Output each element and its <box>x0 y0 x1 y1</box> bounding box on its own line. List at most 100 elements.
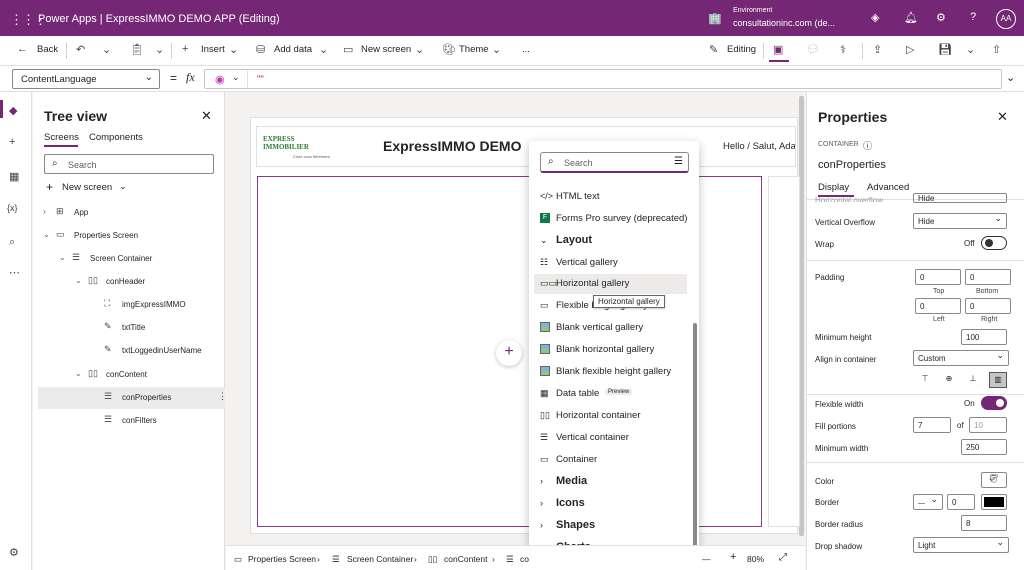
tree-node-app[interactable]: › ⊞ App <box>38 202 225 224</box>
tree-node-txttitle[interactable]: ✎ txtTitle <box>38 317 225 339</box>
close-icon[interactable]: ✕ <box>997 109 1008 125</box>
settings-icon[interactable]: ⚙ <box>936 11 946 24</box>
settings-icon[interactable]: ⚙ <box>9 546 19 559</box>
insert-category-layout[interactable]: ⌄ Layout <box>534 231 687 251</box>
tree-search-input[interactable]: ⌕ Search <box>44 154 214 174</box>
insert-item-html-text[interactable]: </> HTML text <box>534 187 687 207</box>
header-title[interactable]: ExpressIMMO DEMO <box>383 138 521 154</box>
tree-node-imgexpressimmo[interactable]: ⛶ imgExpressIMMO <box>38 294 225 316</box>
logo[interactable]: EXPRESS IMMOBILIER Chez vous fièrement <box>263 135 330 161</box>
padding-left-input[interactable]: 0 <box>915 298 961 314</box>
tree-tool-icon[interactable]: ▣ <box>773 43 783 56</box>
layers-icon[interactable]: ◆ <box>9 104 17 117</box>
chevron-down-icon[interactable]: ⌄ <box>59 253 66 262</box>
padding-top-input[interactable]: 0 <box>915 269 961 285</box>
align-center-icon[interactable]: ⊕ <box>941 374 957 386</box>
publish-icon[interactable]: ⇧ <box>992 43 1001 56</box>
chevron-down-icon[interactable]: ⌄ <box>75 369 82 378</box>
tab-screens[interactable]: Screens <box>44 132 79 143</box>
paste-icon[interactable]: 📋︎ <box>130 43 144 56</box>
insert-item-blank-flexible-gallery[interactable]: Blank flexible height gallery <box>534 362 687 382</box>
insert-item-horizontal-container[interactable]: ▯▯ Horizontal container <box>534 406 687 426</box>
paste-menu-chevron-icon[interactable]: ⌄ <box>155 43 164 56</box>
theme-icon[interactable]: 🎨︎ <box>442 43 456 56</box>
undo-icon[interactable]: ↶ <box>76 43 85 56</box>
insert-item-container[interactable]: ▭ Container <box>534 450 687 470</box>
add-data-button[interactable]: Add data <box>274 44 312 55</box>
breadcrumb-item[interactable]: Properties Screen <box>248 554 316 564</box>
breadcrumb-item[interactable]: Screen Container <box>347 554 413 564</box>
database-icon[interactable]: ⛁ <box>256 43 265 56</box>
tree-node-txtloggedinusername[interactable]: ✎ txtLoggedinUserName <box>38 340 225 362</box>
fill-color-button[interactable]: 🪣︎ <box>981 472 1007 488</box>
back-arrow-icon[interactable]: ← <box>17 43 28 55</box>
formula-input[interactable]: ◉ ⌄ "" <box>204 69 1002 89</box>
padding-bottom-input[interactable]: 0 <box>965 269 1011 285</box>
header-container[interactable]: EXPRESS IMMOBILIER Chez vous fièrement E… <box>256 126 796 167</box>
new-screen-chevron-icon[interactable]: ⌄ <box>415 43 424 56</box>
theme-button[interactable]: Theme <box>459 44 489 55</box>
insert-item-vertical-container[interactable]: ☰ Vertical container <box>534 428 687 448</box>
insert-item-blank-vertical-gallery[interactable]: Blank vertical gallery <box>534 318 687 338</box>
zoom-in-icon[interactable]: + <box>730 551 736 563</box>
popup-search-input[interactable]: ⌕ Search ☰ <box>540 152 689 173</box>
drop-shadow-dropdown[interactable]: Light <box>913 537 1009 553</box>
comments-icon[interactable]: 💬︎ <box>806 43 820 56</box>
play-icon[interactable]: ▷ <box>906 43 914 56</box>
tree-node-conheader[interactable]: ⌄ ▯▯ conHeader <box>38 271 225 293</box>
insert-category-media[interactable]: › Media <box>534 472 687 492</box>
tab-components[interactable]: Components <box>89 132 143 143</box>
variables-icon[interactable]: {x} <box>7 203 18 213</box>
avatar[interactable]: AA <box>996 9 1016 29</box>
theme-chevron-icon[interactable]: ⌄ <box>492 43 501 56</box>
add-control-button[interactable]: + <box>496 340 522 366</box>
control-name[interactable]: conProperties <box>818 159 886 171</box>
insert-category-icons[interactable]: › Icons <box>534 494 687 514</box>
add-data-chevron-icon[interactable]: ⌄ <box>319 43 328 56</box>
plus-icon[interactable]: + <box>182 43 188 55</box>
fit-to-window-icon[interactable]: ⤢ <box>779 552 787 563</box>
breadcrumb-item[interactable]: conContent <box>444 554 487 564</box>
save-chevron-icon[interactable]: ⌄ <box>966 43 975 56</box>
tree-node-concontent[interactable]: ⌄ ▯▯ conContent <box>38 364 225 386</box>
help-icon[interactable]: ? <box>970 11 976 23</box>
tab-advanced[interactable]: Advanced <box>867 182 909 193</box>
share-icon[interactable]: ⇪ <box>873 43 882 56</box>
search-icon[interactable]: ⌕ <box>9 236 15 249</box>
v-overflow-dropdown[interactable]: Hide <box>913 213 1007 229</box>
align-stretch-icon[interactable]: ▥ <box>989 372 1007 388</box>
border-style-dropdown[interactable]: — <box>913 494 943 510</box>
padding-right-input[interactable]: 0 <box>965 298 1011 314</box>
tree-node-confilters[interactable]: ☰ conFilters <box>38 410 225 432</box>
chevron-down-icon[interactable]: ⌄ <box>119 181 127 192</box>
tree-node-screen-container[interactable]: ⌄ ☰ Screen Container <box>38 248 225 270</box>
close-icon[interactable]: ✕ <box>201 108 212 124</box>
chevron-right-icon[interactable]: › <box>43 207 46 216</box>
new-screen-button[interactable]: New screen <box>361 44 411 55</box>
more-icon[interactable]: ⋯ <box>9 266 20 279</box>
back-button[interactable]: Back <box>37 44 58 55</box>
copilot-icon[interactable]: ◈ <box>871 11 879 24</box>
zoom-out-icon[interactable]: — <box>702 554 711 564</box>
align-start-icon[interactable]: ⊤ <box>917 374 933 386</box>
tree-node-properties-screen[interactable]: ⌄ ▭ Properties Screen <box>38 225 225 247</box>
insert-item-forms-pro[interactable]: F Forms Pro survey (deprecated) <box>534 209 687 229</box>
insert-category-shapes[interactable]: › Shapes <box>534 516 687 536</box>
confilters-container[interactable] <box>768 176 800 527</box>
align-dropdown[interactable]: Custom <box>913 350 1009 366</box>
tree-node-conproperties[interactable]: ☰ conProperties ⋮ <box>38 387 227 409</box>
insert-item-vertical-gallery[interactable]: ☷ Vertical gallery <box>534 253 687 273</box>
environment-value[interactable]: consultationinc.com (de... <box>733 18 835 28</box>
zoom-level[interactable]: 80% <box>747 554 764 564</box>
popup-scrollbar[interactable] <box>693 323 697 547</box>
flex-width-toggle[interactable] <box>981 396 1007 410</box>
more-button[interactable]: ... <box>522 44 530 55</box>
environment-icon[interactable]: 🏢 <box>708 12 722 25</box>
copilot-chevron-icon[interactable]: ⌄ <box>232 72 240 83</box>
chevron-down-icon[interactable]: ⌄ <box>43 230 50 239</box>
border-color-button[interactable] <box>981 494 1007 510</box>
breadcrumb-item[interactable]: co <box>520 554 529 564</box>
undo-menu-chevron-icon[interactable]: ⌄ <box>102 43 111 56</box>
notifications-icon[interactable]: 🔔︎ <box>904 11 918 24</box>
chevron-down-icon[interactable]: ⌄ <box>75 276 82 285</box>
